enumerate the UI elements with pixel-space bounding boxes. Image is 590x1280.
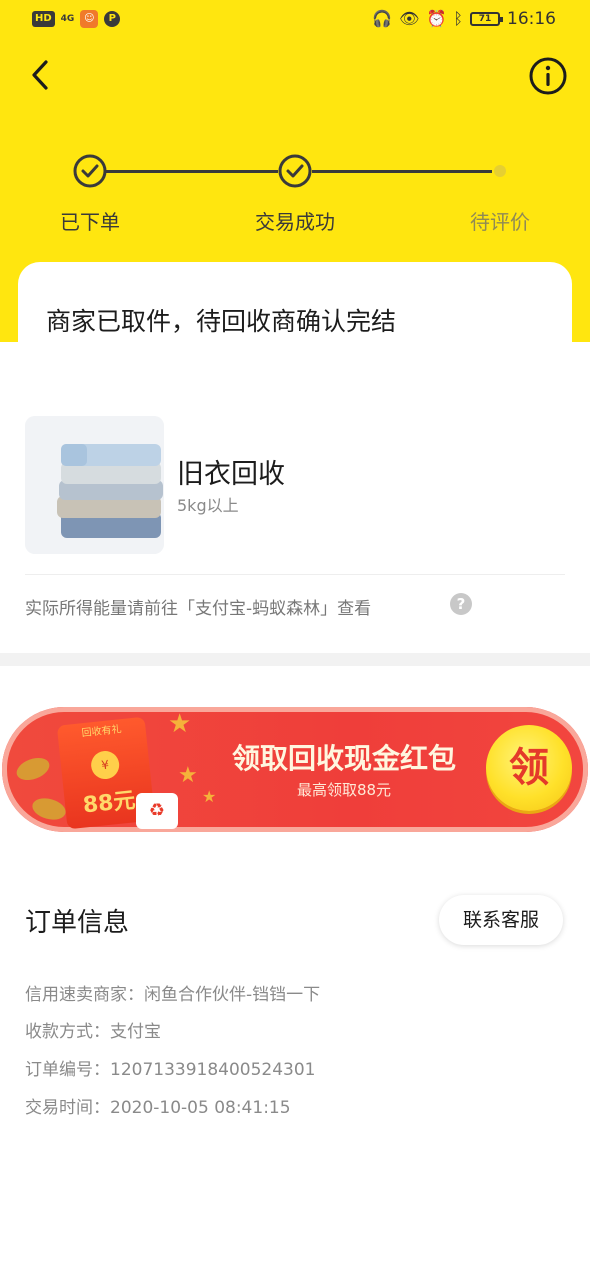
order-row-time: 交易时间：2020-10-05 08:41:15 (25, 1093, 291, 1118)
step-pending-dot (494, 165, 506, 177)
progress-line (106, 170, 278, 173)
folded-clothes-image (25, 416, 164, 554)
clock: 16:16 (507, 9, 556, 29)
order-row-label: 收款方式： (25, 1022, 110, 1042)
order-row-payment: 收款方式：支付宝 (25, 1017, 161, 1042)
app-notification-icon: ☺ (80, 10, 99, 28)
order-row-value: 闲鱼合作伙伴-铛铛一下 (144, 985, 321, 1005)
banner-subtitle: 最高领取88元 (296, 781, 392, 799)
claim-button[interactable]: 领 (486, 725, 572, 811)
alarm-icon: ⏰ (426, 9, 447, 28)
order-row-label: 信用速卖商家： (25, 985, 144, 1005)
step-done-icon (278, 154, 312, 188)
star-icon: ★ (202, 787, 217, 806)
order-row-value: 1207133918400524301 (110, 1060, 316, 1080)
order-row-value: 2020-10-05 08:41:15 (110, 1098, 291, 1118)
eye-icon: 👁 (399, 9, 420, 28)
status-card: 商家已取件，待回收商确认完结 (18, 262, 572, 402)
step-label-review: 待评价 (470, 210, 530, 234)
order-info-title: 订单信息 (25, 908, 130, 938)
product-name: 旧衣回收 (177, 459, 285, 490)
contact-service-button[interactable]: 联系客服 (439, 895, 563, 945)
order-row-merchant: 信用速卖商家：闲鱼合作伙伴-铛铛一下 (25, 980, 320, 1005)
divider (25, 574, 565, 575)
info-button[interactable] (528, 56, 568, 96)
recycle-box-icon: ♻ (136, 793, 178, 829)
banner-title: 领取回收现金红包 (231, 742, 456, 775)
step-done-icon (73, 154, 107, 188)
section-separator (0, 653, 590, 666)
star-icon: ★ (178, 763, 198, 788)
chevron-left-icon (32, 60, 48, 90)
bluetooth-icon: ᛒ (453, 9, 463, 28)
order-row-label: 订单编号： (25, 1060, 110, 1080)
signal-icon: 4G (60, 14, 75, 24)
order-progress: 已下单 交易成功 待评价 (0, 150, 590, 240)
star-icon: ★ (168, 709, 192, 739)
product-weight: 5kg以上 (177, 496, 239, 515)
order-row-number: 订单编号：1207133918400524301 (25, 1055, 316, 1080)
order-row-value: 支付宝 (110, 1022, 161, 1042)
envelope-coin-icon: ¥ (89, 749, 121, 781)
energy-note: 实际所得能量请前往「支付宝-蚂蚁森林」查看 (25, 599, 372, 619)
product-image[interactable] (25, 416, 164, 554)
status-bar: HD 4G ☺ P 🎧 👁 ⏰ ᛒ 71 16:16 (0, 0, 590, 40)
progress-line (312, 170, 492, 173)
question-icon[interactable]: ? (450, 593, 472, 615)
step-label-success: 交易成功 (255, 210, 335, 234)
cash-redpacket-banner[interactable]: 回收有礼 ¥ 88元 ♻ ★ ★ ★ 领取回收现金红包 最高领取88元 领 (2, 707, 588, 832)
battery-icon: 71 (470, 12, 503, 26)
hd-indicator: HD (32, 11, 55, 27)
order-row-label: 交易时间： (25, 1098, 110, 1118)
status-title: 商家已取件，待回收商确认完结 (46, 307, 397, 336)
step-label-ordered: 已下单 (60, 210, 120, 234)
headphones-icon: 🎧 (372, 9, 393, 28)
status-bar-left: HD 4G ☺ P (32, 10, 121, 28)
p-notification-icon: P (104, 11, 121, 27)
status-bar-right: 🎧 👁 ⏰ ᛒ 71 16:16 (372, 8, 556, 30)
info-circle-icon (529, 57, 567, 95)
back-button[interactable] (24, 56, 60, 94)
